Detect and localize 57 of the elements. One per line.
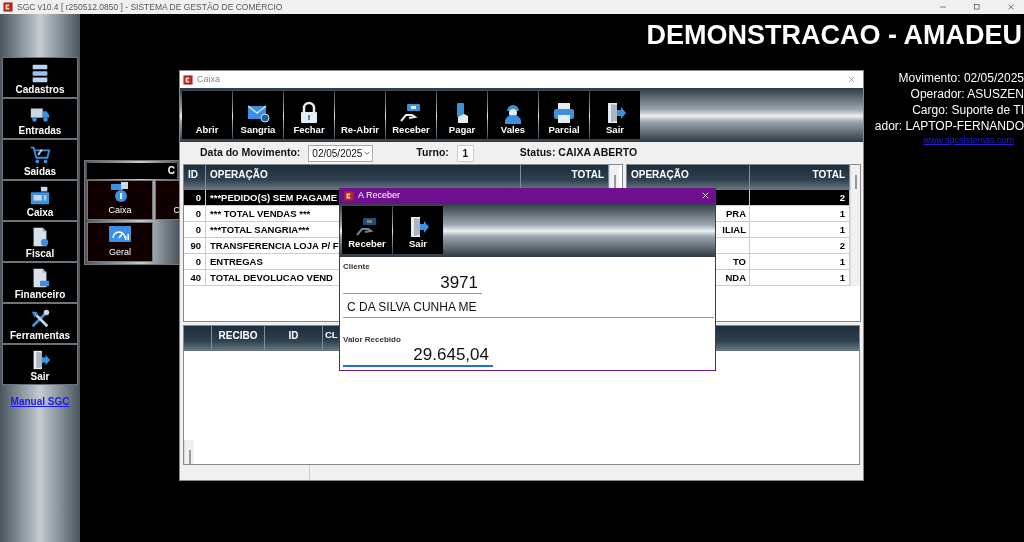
status-text: Status: CAIXA ABERTO xyxy=(519,145,638,161)
submenu-tile[interactable]: C xyxy=(155,180,179,220)
sidebar-item[interactable]: Ferramentas xyxy=(2,303,78,344)
app-logo-icon xyxy=(183,74,193,85)
date-picker[interactable]: 02/05/2025 xyxy=(308,144,374,162)
field-label: Valor Recebido xyxy=(343,333,402,346)
company-name: DEMONSTRACAO - AMADEU xyxy=(646,22,1022,49)
submenu-tile[interactable]: Caixa xyxy=(87,180,153,220)
dialog-title: A Receber xyxy=(358,189,401,202)
sidebar-item[interactable]: Financeiro xyxy=(2,262,78,303)
column-header: RECIBO xyxy=(212,326,265,351)
toolbar-button[interactable]: Re-Abrir xyxy=(335,91,385,139)
toolbar-button[interactable]: Receber xyxy=(386,91,436,139)
shift-field[interactable]: 1 xyxy=(456,144,474,162)
toolbar-button[interactable]: Parcial xyxy=(539,91,589,139)
session-info: ador: LAPTOP-FERNANDO xyxy=(874,118,1024,134)
field-label: Turno: xyxy=(416,145,449,161)
tools-icon xyxy=(29,308,51,330)
session-info: Operador: ASUSZEN xyxy=(910,86,1024,102)
sidebar-item[interactable]: Fiscal xyxy=(2,221,78,262)
column-header: ID xyxy=(265,326,323,351)
table-cell: 0 xyxy=(184,206,206,221)
session-info: Movimento: 02/05/2025 xyxy=(898,70,1024,86)
app-logo-icon xyxy=(3,2,13,12)
sidebar-item[interactable]: Sair xyxy=(2,344,78,385)
field-label: Data do Movimento: xyxy=(200,145,301,161)
scrollbar[interactable] xyxy=(850,165,860,286)
maximize-icon[interactable] xyxy=(972,2,982,12)
session-info: Cargo: Suporte de TI xyxy=(912,102,1024,118)
close-icon[interactable] xyxy=(1006,2,1016,12)
app-logo-icon xyxy=(344,190,354,201)
sidebar-item[interactable]: Saidas xyxy=(2,139,78,180)
toolbar-button[interactable]: Abrir xyxy=(182,91,232,139)
toolbar-button[interactable]: Sair xyxy=(590,91,640,139)
amount-field[interactable]: 29.645,04 xyxy=(343,345,493,367)
table-cell: 0 xyxy=(184,190,206,205)
submenu-title: C xyxy=(87,163,177,179)
window-title: Caixa xyxy=(197,72,220,86)
sidebar-item[interactable]: Entradas xyxy=(2,98,78,139)
toolbar-button[interactable]: Fechar xyxy=(284,91,334,139)
printer-icon xyxy=(552,100,576,125)
toolbar-button[interactable]: Pagar xyxy=(437,91,487,139)
sidebar-item[interactable]: Caixa xyxy=(2,180,78,221)
submenu-tile[interactable]: Geral xyxy=(87,222,153,262)
scrollbar[interactable] xyxy=(184,440,194,464)
table-cell: 40 xyxy=(184,270,206,285)
table-cell: 0 xyxy=(184,254,206,269)
window-title: SGC v10.4 [ r250512.0850 ] - SISTEMA DE GESTÃO DE COMÉRCIO xyxy=(17,0,283,14)
sidebar-item[interactable]: Cadastros xyxy=(2,57,78,98)
table-cell: 90 xyxy=(184,238,206,253)
cart-icon xyxy=(29,144,51,166)
toolbar-button[interactable]: Sangria xyxy=(233,91,283,139)
cash-register-icon xyxy=(29,185,51,207)
toolbar-button[interactable]: Sair xyxy=(393,205,443,254)
toolbar-button[interactable]: Vales xyxy=(488,91,538,139)
toolbar-button[interactable]: Receber xyxy=(342,205,392,254)
table-cell: 0 xyxy=(184,222,206,237)
